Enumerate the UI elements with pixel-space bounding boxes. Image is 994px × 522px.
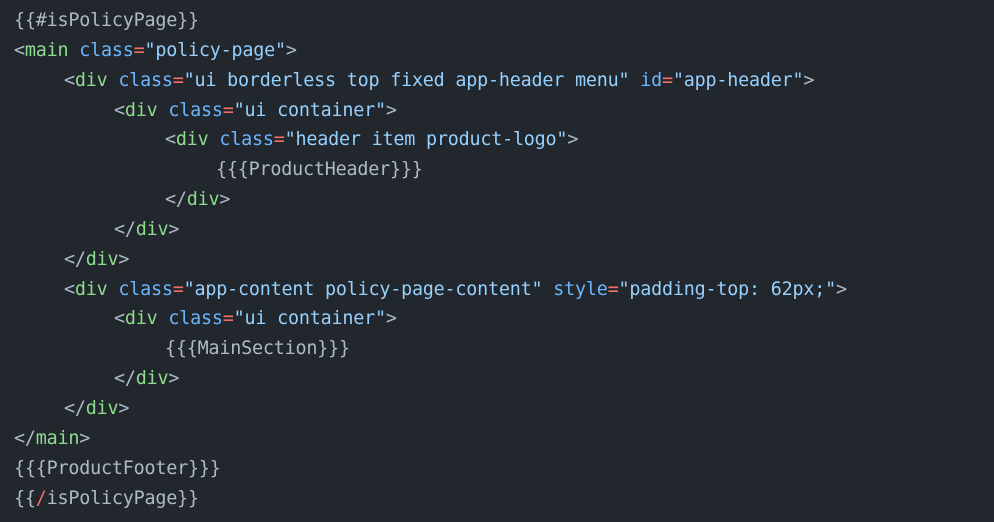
code-line-15: </main>	[0, 424, 994, 454]
attribute-value: "ui container"	[233, 308, 386, 330]
tag-name: div	[186, 189, 220, 211]
tag-bracket-open: </	[114, 218, 136, 240]
code-line-14: </div>	[0, 394, 994, 424]
attribute-name: class	[118, 278, 173, 300]
tag-bracket-open: </	[165, 189, 187, 211]
handlebars-expression: {{{MainSection}}}	[165, 338, 350, 360]
code-line-6: {{{ProductHeader}}}	[0, 155, 994, 185]
attribute-value: "ui borderless top fixed app-header menu…	[183, 69, 630, 91]
code-line-3: <div class="ui borderless top fixed app-…	[0, 66, 994, 96]
tag-name: div	[124, 308, 158, 330]
tag-bracket-close: >	[567, 129, 579, 151]
tag-bracket-close: >	[118, 248, 130, 270]
code-line-10: <div class="app-content policy-page-cont…	[0, 275, 994, 305]
tag-bracket-close: >	[168, 368, 180, 390]
tag-bracket-close: >	[118, 397, 130, 419]
handlebars-close: }}	[177, 10, 199, 31]
attribute-name: class	[118, 69, 173, 91]
attribute-equals: =	[662, 69, 673, 91]
handlebars-close-slash: /	[35, 487, 47, 509]
tag-bracket-close: >	[219, 189, 231, 211]
attribute-name: class	[168, 99, 223, 121]
attribute-equals: =	[273, 129, 285, 151]
code-line-16: {{{ProductFooter}}}	[0, 454, 994, 484]
code-line-8: </div>	[0, 215, 994, 245]
handlebars-expression: {{{ProductHeader}}}	[216, 159, 423, 181]
tag-bracket-open: <	[64, 278, 75, 300]
attribute-equals: =	[172, 278, 184, 300]
tag-name: div	[175, 129, 209, 151]
code-line-12: {{{MainSection}}}	[0, 334, 994, 364]
tag-name: div	[85, 248, 119, 270]
tag-bracket-close: >	[168, 218, 180, 240]
tag-name: main	[24, 39, 69, 61]
handlebars-open: {{#	[14, 10, 47, 31]
attribute-name: id	[640, 69, 663, 91]
tag-name: div	[135, 218, 169, 240]
tag-bracket-open: <	[114, 308, 125, 330]
tag-name: div	[74, 69, 108, 91]
tag-bracket-open: </	[64, 248, 86, 270]
tag-bracket-close: >	[385, 308, 397, 330]
tag-name: main	[35, 427, 80, 449]
handlebars-block-name: isPolicyPage	[46, 487, 178, 509]
tag-bracket-close: >	[835, 278, 847, 300]
tag-bracket-close: >	[285, 39, 297, 61]
code-line-2: <main class="policy-page">	[0, 36, 994, 66]
tag-bracket-open: </	[114, 368, 136, 390]
handlebars-expression: {{{ProductFooter}}}	[14, 457, 221, 479]
attribute-value: "app-header"	[672, 69, 804, 91]
code-line-5: <div class="header item product-logo">	[0, 125, 994, 155]
attribute-name: class	[219, 129, 274, 151]
attribute-value: "header item product-logo"	[284, 129, 568, 151]
code-editor: {{#isPolicyPage}} <main class="policy-pa…	[0, 0, 994, 522]
tag-bracket-open: </	[14, 427, 36, 449]
attribute-value: "ui container"	[233, 99, 386, 121]
tag-name: div	[124, 99, 158, 121]
attribute-equals: =	[133, 39, 145, 61]
attribute-equals: =	[222, 308, 234, 330]
attribute-value: "app-content policy-page-content"	[183, 278, 543, 300]
tag-name: div	[85, 397, 119, 419]
attribute-value: "padding-top: 62px;"	[618, 278, 837, 300]
tag-bracket-open: <	[14, 39, 25, 61]
handlebars-open: {{	[14, 487, 36, 509]
code-line-11: <div class="ui container">	[0, 304, 994, 334]
attribute-name: style	[553, 278, 608, 300]
attribute-equals: =	[222, 99, 234, 121]
tag-bracket-open: <	[114, 99, 125, 121]
attribute-equals: =	[172, 69, 184, 91]
tag-bracket-open: </	[64, 397, 86, 419]
code-line-1: {{#isPolicyPage}}	[0, 6, 994, 36]
tag-bracket-open: <	[64, 69, 75, 91]
code-line-13: </div>	[0, 364, 994, 394]
tag-name: div	[135, 368, 169, 390]
tag-bracket-close: >	[803, 69, 815, 91]
code-line-7: </div>	[0, 185, 994, 215]
attribute-name: class	[79, 39, 134, 61]
tag-bracket-open: <	[165, 129, 176, 151]
code-line-4: <div class="ui container">	[0, 96, 994, 126]
tag-bracket-close: >	[79, 427, 91, 449]
handlebars-block-name: isPolicyPage	[46, 10, 178, 31]
code-line-9: </div>	[0, 245, 994, 275]
code-line-17: {{/isPolicyPage}}	[0, 484, 994, 514]
tag-name: div	[74, 278, 108, 300]
attribute-name: class	[168, 308, 223, 330]
attribute-value: "policy-page"	[144, 39, 287, 61]
attribute-equals: =	[607, 278, 619, 300]
tag-bracket-close: >	[385, 99, 397, 121]
handlebars-close: }}	[177, 487, 199, 509]
